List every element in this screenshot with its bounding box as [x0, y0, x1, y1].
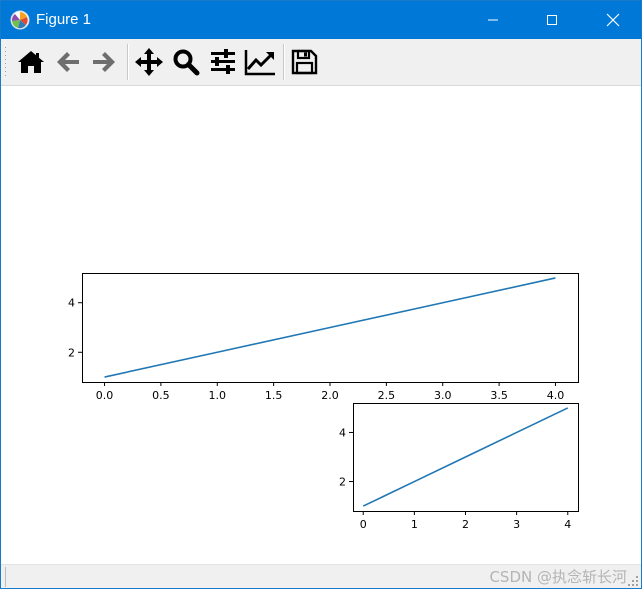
- x-tick-label: 2: [462, 518, 469, 531]
- arrow-left-icon: [57, 52, 79, 72]
- status-separator: [5, 567, 6, 587]
- navigation-toolbar: [1, 39, 641, 86]
- matplotlib-logo-icon: [10, 10, 30, 30]
- axes-bottom-right: 0 1 2 3 4 2 4: [339, 403, 579, 531]
- series-line: [104, 277, 556, 378]
- back-button[interactable]: [51, 45, 85, 79]
- x-tick-label: 4: [564, 518, 571, 531]
- toolbar-separator: [127, 44, 129, 80]
- toolbar-grip-icon: [5, 47, 6, 76]
- x-tick-label: 1.0: [209, 389, 227, 402]
- y-tick-label: 2: [339, 476, 346, 489]
- x-tick-label: 1: [411, 518, 418, 531]
- minimize-button[interactable]: [470, 1, 516, 39]
- watermark-text: CSDN @执念斩长河: [489, 568, 627, 586]
- window-title: Figure 1: [36, 11, 92, 28]
- x-tick-label: 3: [513, 518, 520, 531]
- forward-button[interactable]: [87, 45, 121, 79]
- edit-axis-button[interactable]: [243, 45, 277, 79]
- maximize-button[interactable]: [529, 1, 575, 39]
- y-tick-label: 4: [339, 426, 346, 439]
- minimize-icon: [488, 19, 498, 21]
- figure-plot-area: 0.0 0.5 1.0 1.5 2.0 2.5 3.0 3.5 4.0 2 4 0 1 2 3 4 2 4: [68, 273, 579, 531]
- arrow-right-icon: [93, 52, 115, 72]
- line-chart-icon: [244, 50, 275, 76]
- pan-button[interactable]: [132, 45, 166, 79]
- figure-canvas[interactable]: 0.0 0.5 1.0 1.5 2.0 2.5 3.0 3.5 4.0 2 4 0 1 2 3 4 2 4: [1, 86, 641, 564]
- configure-subplots-button[interactable]: [206, 45, 240, 79]
- figure-window: Figure 1 0.0 0.5 1.0 1.5 2.0 2.5 3.0 3.5…: [0, 0, 642, 589]
- zoom-button[interactable]: [169, 45, 203, 79]
- close-icon: [606, 13, 620, 27]
- x-tick-label: 3.5: [490, 389, 508, 402]
- y-tick-label: 4: [68, 297, 75, 310]
- maximize-icon: [547, 15, 557, 25]
- home-button[interactable]: [14, 45, 48, 79]
- status-bar: CSDN @执念斩长河: [1, 564, 641, 588]
- move-icon: [135, 48, 163, 76]
- toolbar-separator: [283, 44, 285, 80]
- series-line: [362, 407, 569, 507]
- floppy-disk-icon: [291, 49, 318, 75]
- x-tick-label: 2.0: [321, 389, 339, 402]
- axes-top: 0.0 0.5 1.0 1.5 2.0 2.5 3.0 3.5 4.0 2 4: [68, 273, 579, 402]
- x-tick-label: 3.0: [434, 389, 452, 402]
- x-tick-label: 0.5: [152, 389, 170, 402]
- y-tick-label: 2: [68, 346, 75, 359]
- x-tick-label: 4.0: [547, 389, 565, 402]
- home-icon: [18, 51, 44, 73]
- x-tick-label: 0: [360, 518, 367, 531]
- title-bar[interactable]: Figure 1: [1, 1, 641, 39]
- save-button[interactable]: [287, 45, 321, 79]
- resize-grip-icon[interactable]: [627, 575, 639, 587]
- x-tick-label: 2.5: [378, 389, 396, 402]
- close-button[interactable]: [590, 1, 636, 39]
- sliders-icon: [211, 49, 235, 74]
- x-tick-label: 0.0: [96, 389, 114, 402]
- x-tick-label: 1.5: [265, 389, 283, 402]
- magnifier-icon: [173, 49, 200, 76]
